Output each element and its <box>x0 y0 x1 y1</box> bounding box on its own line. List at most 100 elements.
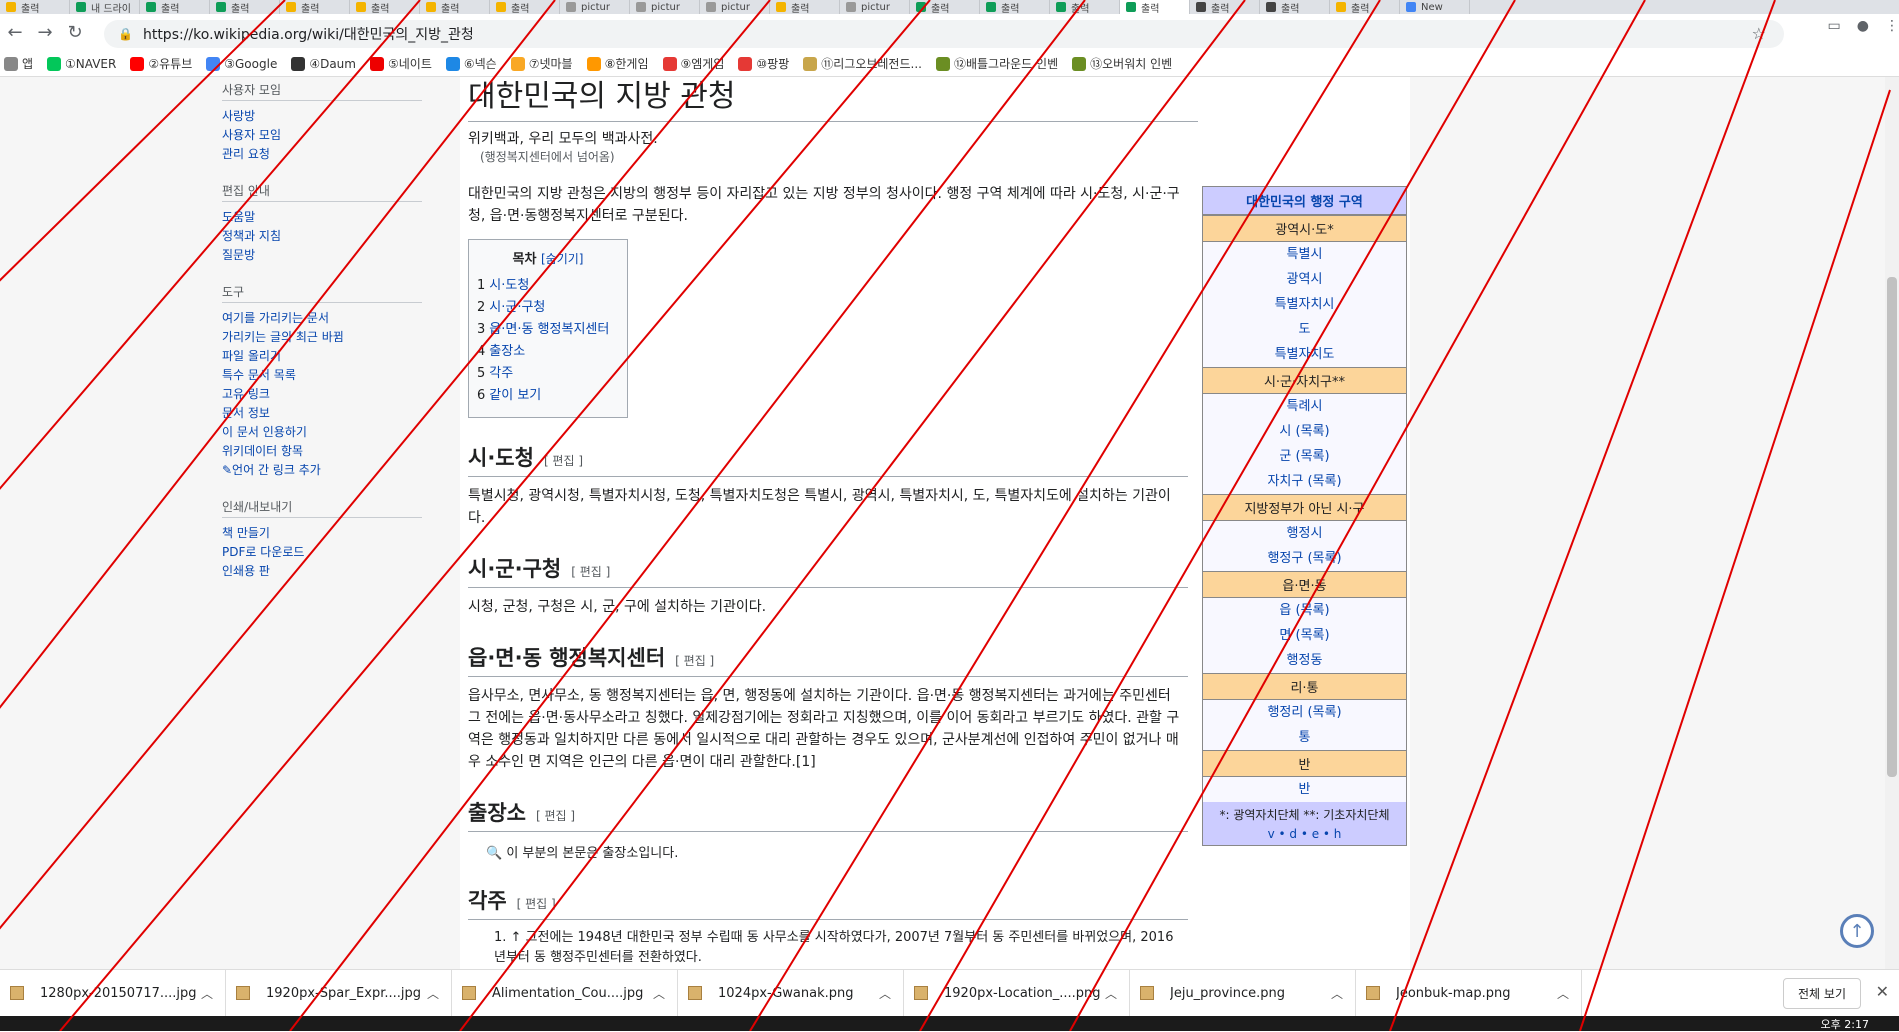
browser-tab[interactable]: 출력 <box>1120 0 1190 14</box>
reload-icon[interactable]: ↻ <box>60 18 90 48</box>
browser-tab[interactable]: 출력 <box>1330 0 1400 14</box>
navbox-vdeh[interactable]: v • d • e • h <box>1203 827 1406 841</box>
navbox-link[interactable]: 특별시 <box>1203 242 1406 267</box>
navbox-link[interactable]: 도 <box>1203 317 1406 342</box>
page-scrollbar[interactable] <box>1885 77 1899 969</box>
navbox-link[interactable]: 특별자치도 <box>1203 342 1406 367</box>
sidebar-link[interactable]: 질문방 <box>222 246 422 265</box>
bookmark-item[interactable]: ⑫배틀그라운드 인벤 <box>935 55 1058 72</box>
browser-tab[interactable]: pictur <box>840 0 910 14</box>
bookmark-item[interactable]: 앱 <box>4 55 33 72</box>
close-downloads-icon[interactable]: ✕ <box>1876 982 1889 1001</box>
chevron-up-icon[interactable]: ︿ <box>427 985 439 1002</box>
toc-item[interactable]: 1 시·도청 <box>477 275 619 297</box>
download-item[interactable]: 1920px-Location_....png ︿ <box>904 969 1130 1017</box>
section-edit-link[interactable]: [ 편집 ] <box>544 454 583 468</box>
forward-icon[interactable]: → <box>30 18 60 48</box>
chevron-up-icon[interactable]: ︿ <box>1331 985 1343 1002</box>
sidebar-link[interactable]: ✎언어 간 링크 추가 <box>222 461 422 480</box>
download-item[interactable]: Jeonbuk-map.png ︿ <box>1356 969 1582 1017</box>
scroll-to-top-button[interactable]: ↑ <box>1840 914 1874 948</box>
navbox-link[interactable]: 행정구 (목록) <box>1203 546 1406 571</box>
browser-tab[interactable]: New <box>1400 0 1470 14</box>
sidebar-link[interactable]: 가리키는 글의 최근 바뀜 <box>222 328 422 347</box>
bookmark-item[interactable]: ⑬오버워치 인벤 <box>1072 55 1172 72</box>
toc-hide-link[interactable]: [숨기기] <box>541 252 583 266</box>
navbox-group-heading[interactable]: 시·군·자치구** <box>1203 367 1406 394</box>
navbox-link[interactable]: 특례시 <box>1203 394 1406 419</box>
sidebar-link[interactable]: 사랑방 <box>222 107 422 126</box>
toc-link[interactable]: 시·군·구청 <box>489 300 545 315</box>
browser-tab[interactable]: 출력 <box>1190 0 1260 14</box>
navbox-link[interactable]: 시 (목록) <box>1203 419 1406 444</box>
browser-tab[interactable]: 출력 <box>910 0 980 14</box>
browser-tab[interactable]: 출력 <box>280 0 350 14</box>
navbox-link[interactable]: 면 (목록) <box>1203 623 1406 648</box>
toc-link[interactable]: 출장소 <box>489 344 525 359</box>
browser-tab[interactable]: 출력 <box>1050 0 1120 14</box>
bookmark-item[interactable]: ⑥넥슨 <box>445 55 497 72</box>
sidebar-link[interactable]: 도움말 <box>222 208 422 227</box>
chevron-up-icon[interactable]: ︿ <box>879 985 891 1002</box>
navbox-link[interactable]: 통 <box>1203 725 1406 750</box>
chevron-up-icon[interactable]: ︿ <box>1105 985 1117 1002</box>
navbox-group-heading[interactable]: 광역시·도* <box>1203 215 1406 242</box>
section-edit-link[interactable]: [ 편집 ] <box>675 654 714 668</box>
sidebar-link[interactable]: 고유 링크 <box>222 385 422 404</box>
browser-tab[interactable]: 출력 <box>0 0 70 14</box>
bookmark-item[interactable]: ⑨엠게임 <box>662 55 724 72</box>
section-edit-link[interactable]: [ 편집 ] <box>571 565 610 579</box>
download-item[interactable]: 1280px-20150717....jpg ︿ <box>0 969 226 1017</box>
navbox-title-link[interactable]: 대한민국의 행정 구역 <box>1246 195 1363 210</box>
address-bar[interactable]: 🔒 https://ko.wikipedia.org/wiki/대한민국의_지방… <box>104 20 1784 48</box>
download-item[interactable]: 1024px-Gwanak.png ︿ <box>678 969 904 1017</box>
sidebar-link[interactable]: 이 문서 인용하기 <box>222 423 422 442</box>
browser-tab[interactable]: pictur <box>700 0 770 14</box>
navbox-link[interactable]: 군 (목록) <box>1203 444 1406 469</box>
navbox-group-heading[interactable]: 반 <box>1203 750 1406 777</box>
menu-icon[interactable]: ⋮ <box>1885 18 1899 34</box>
navbox-group-heading[interactable]: 읍·면·동 <box>1203 571 1406 598</box>
browser-tab[interactable]: pictur <box>630 0 700 14</box>
section-edit-link[interactable]: [ 편집 ] <box>536 809 575 823</box>
browser-tab[interactable]: 출력 <box>1260 0 1330 14</box>
bookmark-item[interactable]: ②유튜브 <box>130 55 192 72</box>
bookmark-item[interactable]: ③Google <box>206 56 277 71</box>
download-item[interactable]: Jeju_province.png ︿ <box>1130 969 1356 1017</box>
download-item[interactable]: 1920px-Spar_Expr....jpg ︿ <box>226 969 452 1017</box>
navbox-group-heading[interactable]: 리·통 <box>1203 673 1406 700</box>
toc-item[interactable]: 2 시·군·구청 <box>477 297 619 319</box>
navbox-link[interactable]: 자치구 (목록) <box>1203 469 1406 494</box>
bookmark-item[interactable]: ①NAVER <box>47 56 116 71</box>
navbox-link[interactable]: 반 <box>1203 777 1406 802</box>
browser-tab[interactable]: 출력 <box>770 0 840 14</box>
profile-icon[interactable]: ● <box>1857 18 1869 34</box>
browser-tab[interactable]: 출력 <box>490 0 560 14</box>
browser-tab[interactable]: 출력 <box>140 0 210 14</box>
cast-icon[interactable]: ▭ <box>1828 18 1841 34</box>
sidebar-link[interactable]: 위키데이터 항목 <box>222 442 422 461</box>
sidebar-link[interactable]: 인쇄용 판 <box>222 562 422 581</box>
show-all-downloads-button[interactable]: 전체 보기 <box>1783 978 1861 1009</box>
toc-link[interactable]: 읍·면·동 행정복지센터 <box>489 322 609 337</box>
navbox-group-heading[interactable]: 지방정부가 아닌 시·구 <box>1203 494 1406 521</box>
bookmark-star-icon[interactable]: ☆ <box>1752 24 1766 43</box>
bookmark-item[interactable]: ⑤네이트 <box>369 55 432 72</box>
scrollbar-thumb[interactable] <box>1887 277 1897 777</box>
bookmark-item[interactable]: ⑩팡팡 <box>738 55 789 72</box>
navbox-title[interactable]: 대한민국의 행정 구역 <box>1203 187 1406 215</box>
toc-link[interactable]: 각주 <box>489 366 513 381</box>
navbox-link[interactable]: 광역시 <box>1203 267 1406 292</box>
bookmark-item[interactable]: ⑧한게임 <box>586 55 649 72</box>
toc-link[interactable]: 같이 보기 <box>489 388 541 403</box>
sidebar-link[interactable]: 관리 요청 <box>222 145 422 164</box>
toc-item[interactable]: 5 각주 <box>477 363 619 385</box>
download-item[interactable]: Alimentation_Cou....jpg ︿ <box>452 969 678 1017</box>
browser-tab[interactable]: 출력 <box>210 0 280 14</box>
navbox-link[interactable]: 특별자치시 <box>1203 292 1406 317</box>
toc-item[interactable]: 6 같이 보기 <box>477 385 619 407</box>
section-edit-link[interactable]: [ 편집 ] <box>517 897 556 911</box>
navbox-link[interactable]: 행정리 (목록) <box>1203 700 1406 725</box>
sidebar-link[interactable]: 특수 문서 목록 <box>222 366 422 385</box>
navbox-link[interactable]: 행정시 <box>1203 521 1406 546</box>
